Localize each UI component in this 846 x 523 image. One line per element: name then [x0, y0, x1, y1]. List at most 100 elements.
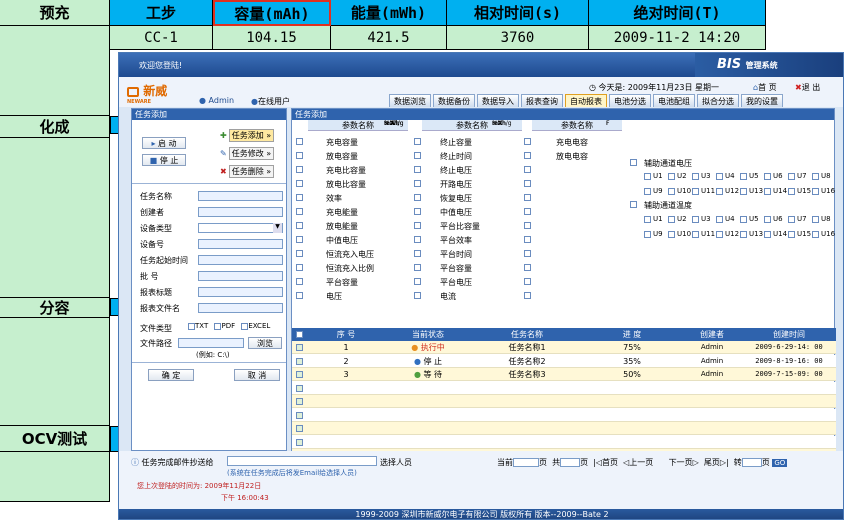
file-type-excel-checkbox[interactable] [241, 322, 249, 330]
param-checkbox[interactable] [296, 152, 303, 159]
param-checkbox[interactable] [296, 222, 303, 229]
first-page-link[interactable]: |◁首页 [593, 458, 618, 467]
admin-link[interactable]: ● Admin [199, 96, 234, 105]
param-checkbox[interactable] [296, 166, 303, 173]
row-checkbox[interactable] [296, 344, 303, 351]
aux-temp-checkbox[interactable] [630, 201, 637, 208]
current-page-input[interactable] [513, 458, 539, 467]
aux-channel-checkbox[interactable] [764, 188, 771, 195]
task-delete-button[interactable]: ✖ 任务删除 » [220, 165, 275, 178]
tab-data-browse[interactable]: 数据浏览 [389, 94, 431, 107]
param-checkbox[interactable] [296, 194, 303, 201]
table-row[interactable]: 2 ● 停 止 任务名称2 35% Admin 2009-8-19-16: 00 [292, 354, 836, 368]
row-checkbox[interactable] [296, 357, 303, 365]
aux-channel-checkbox[interactable] [692, 231, 699, 238]
aux-channel-checkbox[interactable] [740, 188, 747, 195]
param-checkbox[interactable] [414, 236, 421, 243]
online-users-link[interactable]: ●在线用户 [251, 96, 290, 107]
param-checkbox[interactable] [414, 138, 421, 145]
table-row[interactable] [292, 381, 836, 395]
prev-page-link[interactable]: ◁上一页 [623, 458, 653, 467]
row-checkbox[interactable] [296, 371, 303, 378]
param-checkbox[interactable] [296, 208, 303, 215]
param-checkbox[interactable] [524, 194, 531, 201]
param-checkbox[interactable] [414, 180, 421, 187]
param-checkbox[interactable] [296, 180, 303, 187]
param-checkbox[interactable] [414, 194, 421, 201]
file-type-pdf-checkbox[interactable] [214, 322, 222, 330]
param-checkbox[interactable] [524, 236, 531, 243]
mail-cc-input[interactable] [227, 456, 377, 466]
aux-channel-checkbox[interactable] [644, 188, 651, 195]
param-checkbox[interactable] [524, 292, 531, 299]
aux-channel-checkbox[interactable] [788, 173, 795, 180]
param-checkbox[interactable] [524, 278, 531, 285]
cancel-button[interactable]: 取 消 [234, 369, 280, 381]
task-name-input[interactable] [198, 191, 283, 201]
start-button[interactable]: ▸ 启 动 [142, 137, 186, 149]
aux-channel-checkbox[interactable] [644, 216, 651, 223]
aux-voltage-checkbox[interactable] [630, 159, 637, 166]
aux-channel-checkbox[interactable] [740, 173, 747, 180]
task-add-button[interactable]: ✚ 任务添加 » [220, 129, 275, 142]
aux-channel-checkbox[interactable] [812, 173, 819, 180]
tab-fit-sort[interactable]: 拟合分选 [697, 94, 739, 107]
param-checkbox[interactable] [524, 222, 531, 229]
param-checkbox[interactable] [414, 166, 421, 173]
device-no-input[interactable] [198, 239, 283, 249]
row-checkbox[interactable] [296, 425, 303, 432]
aux-channel-checkbox[interactable] [716, 188, 723, 195]
param-checkbox[interactable] [414, 222, 421, 229]
creator-input[interactable] [198, 207, 283, 217]
param-checkbox[interactable] [296, 236, 303, 243]
goto-page-input[interactable] [741, 458, 762, 467]
aux-channel-checkbox[interactable] [692, 173, 699, 180]
param-checkbox[interactable] [524, 166, 531, 173]
browse-button[interactable]: 浏览 [248, 337, 282, 349]
aux-channel-checkbox[interactable] [812, 231, 819, 238]
aux-channel-checkbox[interactable] [764, 216, 771, 223]
param-checkbox[interactable] [524, 208, 531, 215]
aux-channel-checkbox[interactable] [788, 188, 795, 195]
select-all-checkbox[interactable] [296, 331, 303, 338]
aux-channel-checkbox[interactable] [644, 231, 651, 238]
row-checkbox[interactable] [296, 438, 303, 446]
aux-channel-checkbox[interactable] [644, 173, 651, 180]
param-checkbox[interactable] [414, 152, 421, 159]
param-checkbox[interactable] [414, 208, 421, 215]
param-checkbox[interactable] [524, 250, 531, 257]
batch-no-input[interactable] [198, 271, 283, 281]
param-checkbox[interactable] [414, 292, 421, 299]
param-checkbox[interactable] [296, 138, 303, 145]
table-row[interactable] [292, 408, 836, 422]
go-button[interactable]: GO [772, 459, 788, 467]
table-row[interactable] [292, 422, 836, 435]
param-checkbox[interactable] [296, 278, 303, 285]
param-checkbox[interactable] [524, 138, 531, 145]
param-checkbox[interactable] [414, 278, 421, 285]
row-checkbox[interactable] [296, 398, 303, 405]
aux-channel-checkbox[interactable] [668, 231, 675, 238]
aux-channel-checkbox[interactable] [764, 231, 771, 238]
table-row[interactable]: 1 ● 执行中 任务名称1 75% Admin 2009-6-29-14: 00 [292, 341, 836, 354]
aux-channel-checkbox[interactable] [692, 188, 699, 195]
row-checkbox[interactable] [296, 384, 303, 392]
aux-channel-checkbox[interactable] [764, 173, 771, 180]
last-page-link[interactable]: 尾页▷| [704, 458, 729, 467]
param-checkbox[interactable] [524, 180, 531, 187]
tab-data-import[interactable]: 数据导入 [477, 94, 519, 107]
param-checkbox[interactable] [296, 250, 303, 257]
report-filename-input[interactable] [198, 303, 283, 313]
select-people-link[interactable]: 选择人员 [380, 457, 412, 468]
aux-channel-checkbox[interactable] [716, 216, 723, 223]
tab-data-backup[interactable]: 数据备份 [433, 94, 475, 107]
stop-button[interactable]: ■ 停 止 [142, 154, 186, 166]
logout-link[interactable]: ✖退 出 [795, 82, 820, 93]
aux-channel-checkbox[interactable] [812, 216, 819, 223]
task-modify-button[interactable]: ✎ 任务修改 » [220, 147, 275, 160]
aux-channel-checkbox[interactable] [692, 216, 699, 223]
home-link[interactable]: ⌂首 页 [753, 82, 777, 93]
confirm-button[interactable]: 确 定 [148, 369, 194, 381]
aux-channel-checkbox[interactable] [740, 216, 747, 223]
aux-channel-checkbox[interactable] [788, 231, 795, 238]
